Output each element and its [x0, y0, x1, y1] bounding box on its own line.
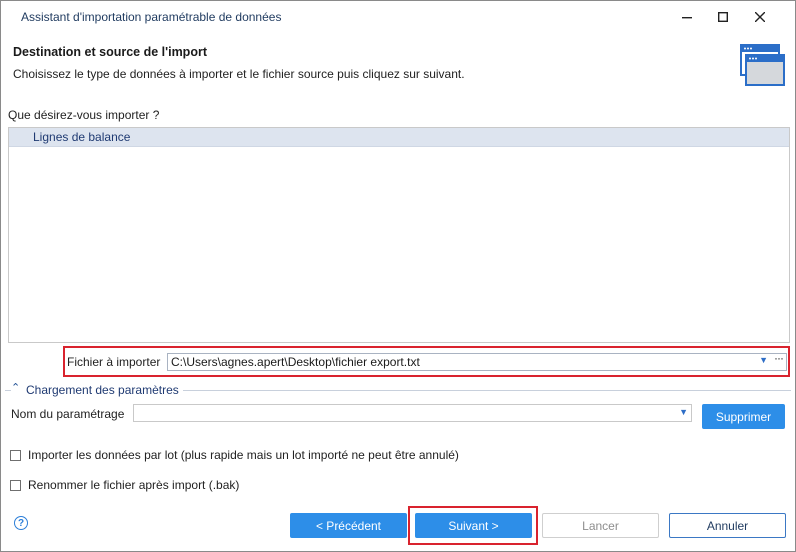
- browse-ellipsis-icon[interactable]: ···: [774, 351, 784, 365]
- file-path-value: C:\Users\agnes.apert\Desktop\fichier exp…: [171, 355, 420, 369]
- maximize-icon: [718, 12, 728, 22]
- previous-button[interactable]: < Précédent: [290, 513, 407, 538]
- title-bar[interactable]: Assistant d'importation paramétrable de …: [1, 1, 795, 33]
- rename-file-option[interactable]: Renommer le fichier après import (.bak): [10, 478, 239, 492]
- step-title: Destination et source de l'import: [13, 45, 207, 59]
- import-wizard-window: Assistant d'importation paramétrable de …: [0, 0, 796, 552]
- param-name-select[interactable]: ▼: [133, 404, 692, 422]
- chevron-up-icon[interactable]: ⌃: [11, 381, 20, 394]
- import-type-list[interactable]: Lignes de balance: [8, 127, 790, 343]
- help-icon[interactable]: ?: [14, 516, 28, 530]
- step-description: Choisissez le type de données à importer…: [13, 67, 465, 81]
- minimize-button[interactable]: [668, 1, 706, 33]
- close-icon: [755, 12, 765, 22]
- delete-button[interactable]: Supprimer: [702, 404, 785, 429]
- dropdown-arrow-icon[interactable]: ▼: [679, 407, 688, 417]
- maximize-button[interactable]: [704, 1, 742, 33]
- rename-file-label: Renommer le fichier après import (.bak): [28, 478, 240, 492]
- launch-button[interactable]: Lancer: [542, 513, 659, 538]
- batch-import-checkbox[interactable]: [10, 449, 21, 461]
- dropdown-arrow-icon[interactable]: ▼: [759, 355, 768, 365]
- rename-file-checkbox[interactable]: [10, 479, 21, 491]
- batch-import-option[interactable]: Importer les données par lot (plus rapid…: [10, 448, 459, 462]
- list-item[interactable]: Lignes de balance: [9, 128, 789, 147]
- next-button[interactable]: Suivant >: [415, 513, 532, 538]
- close-button[interactable]: [741, 1, 779, 33]
- file-label: Fichier à importer: [67, 355, 161, 369]
- file-path-field[interactable]: C:\Users\agnes.apert\Desktop\fichier exp…: [167, 351, 787, 371]
- batch-import-label: Importer les données par lot (plus rapid…: [28, 448, 459, 462]
- cancel-button[interactable]: Annuler: [669, 513, 786, 538]
- minimize-icon: [682, 17, 692, 19]
- param-name-label: Nom du paramétrage: [11, 407, 125, 421]
- wizard-window-icon: [740, 44, 785, 86]
- import-type-label: Que désirez-vous importer ?: [8, 108, 160, 122]
- section-title[interactable]: Chargement des paramètres: [26, 383, 183, 397]
- list-item-label: Lignes de balance: [33, 130, 131, 144]
- window-title: Assistant d'importation paramétrable de …: [21, 10, 282, 24]
